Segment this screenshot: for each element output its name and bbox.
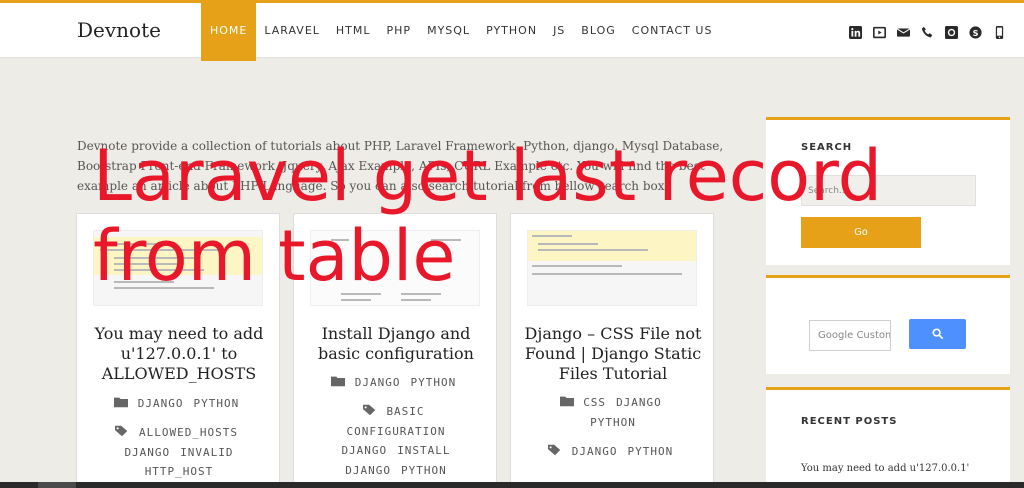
post-tags: BASIC CONFIGURATION DJANGO INSTALL DJANGO… (302, 402, 490, 480)
recent-post-link[interactable]: You may need to add u'127.0.0.1' (801, 463, 969, 474)
post-title[interactable]: Install Django and basic configuration (302, 324, 490, 364)
linkedin-icon[interactable] (848, 25, 863, 40)
overlay-title: Laravel get last record from table (93, 135, 883, 297)
post-tags: ALLOWED_HOSTS DJANGO INVALID HTTP_HOST (85, 423, 273, 482)
folder-icon (559, 394, 574, 407)
tag-link[interactable]: DJANGO (341, 444, 387, 457)
nav-item-blog[interactable]: BLOG (573, 0, 623, 61)
nav-item-html[interactable]: HTML (328, 0, 379, 61)
search-icon (931, 328, 943, 340)
tag-link[interactable]: INVALID (180, 446, 233, 459)
post-categories: DJANGO PYTHON (302, 373, 490, 393)
tag-link[interactable]: CONFIGURATION (346, 425, 445, 438)
tag-link[interactable]: PYTHON (628, 445, 674, 458)
nav-item-mysql[interactable]: MYSQL (419, 0, 478, 61)
nav-item-php[interactable]: PHP (379, 0, 420, 61)
phone-portrait-icon[interactable] (992, 25, 1007, 40)
recent-posts-widget: RECENT POSTS You may need to add u'127.0… (766, 387, 1010, 488)
tag-link[interactable]: DJANGO (124, 446, 170, 459)
tag-link[interactable]: INSTALL (397, 444, 450, 457)
folder-icon (114, 395, 129, 408)
nav-item-laravel[interactable]: LARAVEL (256, 0, 328, 61)
post-title[interactable]: Django – CSS File not Found | Django Sta… (519, 324, 707, 384)
tag-link[interactable]: BASIC (386, 405, 424, 418)
social-links: S (848, 25, 1007, 40)
category-link[interactable]: PYTHON (194, 397, 240, 410)
tag-link[interactable]: DJANGO (345, 464, 391, 477)
category-link[interactable]: DJANGO (355, 376, 401, 389)
nav-item-contact[interactable]: CONTACT US (624, 0, 721, 61)
nav-item-home[interactable]: HOME (201, 0, 257, 61)
bottom-bar (0, 482, 1024, 488)
top-header: Devnote HOME LARAVEL HTML PHP MYSQL PYTH… (0, 0, 1024, 61)
github-icon[interactable] (944, 25, 959, 40)
google-search-input[interactable]: Google Custom Search (809, 320, 891, 351)
tag-link[interactable]: HTTP_HOST (145, 465, 214, 478)
category-link[interactable]: PYTHON (590, 416, 636, 429)
tag-icon (548, 443, 563, 456)
category-link[interactable]: PYTHON (411, 376, 457, 389)
nav-item-python[interactable]: PYTHON (478, 0, 545, 61)
tag-icon (115, 424, 130, 437)
tag-icon (362, 403, 377, 416)
post-categories: DJANGO PYTHON (85, 394, 273, 414)
skype-icon[interactable]: S (968, 25, 983, 40)
folder-icon (331, 374, 346, 387)
bottom-bar-segment (38, 482, 76, 488)
post-tags: DJANGO PYTHON (519, 442, 707, 462)
google-search-button[interactable] (909, 319, 966, 349)
widget-title: RECENT POSTS (801, 416, 898, 427)
svg-text:S: S (973, 28, 979, 38)
site-logo[interactable]: Devnote (77, 18, 161, 42)
post-categories: CSS DJANGO PYTHON (519, 393, 707, 432)
tag-link[interactable]: PYTHON (401, 464, 447, 477)
tag-link[interactable]: DJANGO (572, 445, 618, 458)
nav-item-js[interactable]: JS (545, 0, 573, 61)
tag-link[interactable]: ALLOWED_HOSTS (139, 426, 238, 439)
category-link[interactable]: CSS (583, 396, 606, 409)
category-link[interactable]: DJANGO (138, 397, 184, 410)
main-nav: HOME LARAVEL HTML PHP MYSQL PYTHON JS BL… (201, 0, 721, 61)
envelope-icon[interactable] (896, 25, 911, 40)
youtube-icon[interactable] (872, 25, 887, 40)
category-link[interactable]: DJANGO (616, 396, 662, 409)
post-title[interactable]: You may need to add u'127.0.0.1' to ALLO… (85, 324, 273, 384)
phone-icon[interactable] (920, 25, 935, 40)
